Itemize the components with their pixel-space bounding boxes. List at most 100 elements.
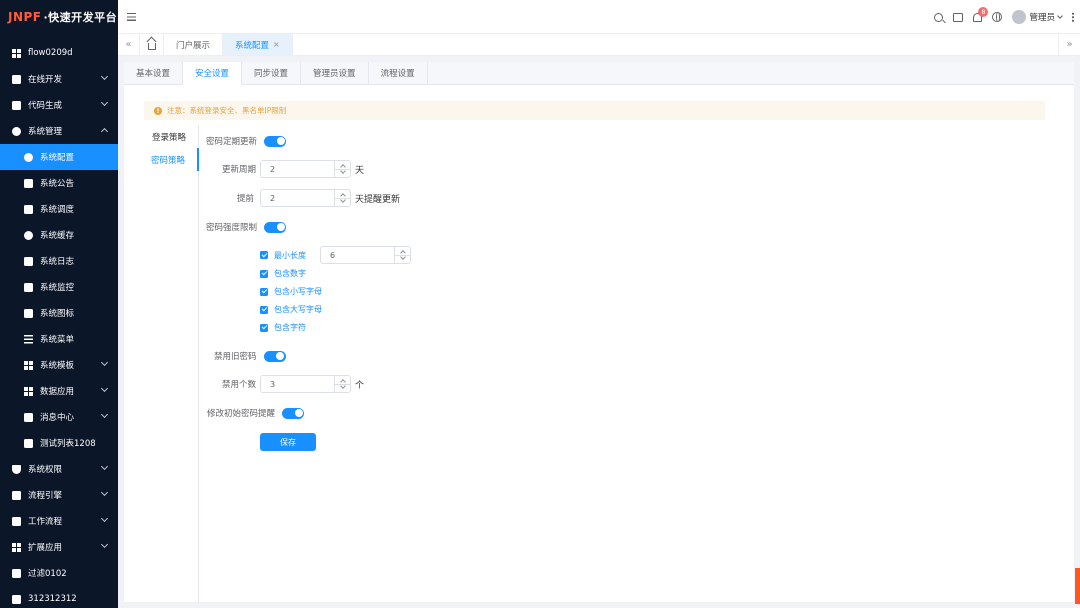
strength-switch[interactable] [264, 221, 287, 233]
update-cycle-label: 更新周期 [222, 165, 257, 175]
tab-security-settings[interactable]: 安全设置 [183, 62, 243, 85]
app-logo[interactable]: JNPF ·快速开发平台 [0, 0, 118, 34]
chevron-down-icon [100, 488, 109, 497]
chevron-down-icon [100, 384, 109, 393]
sidebar-item-system-config[interactable]: 系统配置 [0, 144, 118, 170]
main-panel: 基本设置 安全设置 同步设置 管理员设置 流程设置 ! 注意：系统登录安全、黑名… [124, 62, 1074, 603]
icon-library-icon [24, 308, 33, 318]
tabs-scroll-left-icon[interactable]: « [118, 34, 140, 55]
sidebar-item-permissions[interactable]: 系统权限 [0, 456, 118, 482]
update-cycle-value: 2 [270, 164, 276, 174]
password-expire-switch[interactable] [264, 135, 287, 147]
sidebar-item-test-list[interactable]: 测试列表1208 [0, 430, 118, 456]
tab-label: 同步设置 [254, 69, 289, 79]
chevron-down-icon [100, 462, 109, 471]
home-tab[interactable] [140, 34, 164, 55]
nav-login-policy[interactable]: 登录策略 [144, 125, 198, 148]
tab-basic-settings[interactable]: 基本设置 [124, 62, 184, 84]
chevron-down-icon [100, 410, 109, 419]
sidebar-item-label: 系统管理 [28, 127, 63, 137]
sidebar-item-label: 扩展应用 [28, 543, 63, 553]
tab-label: 门户展示 [176, 40, 211, 51]
bell-icon[interactable]: 8 [973, 6, 989, 22]
disable-count-input[interactable]: 3 [260, 375, 351, 393]
user-menu[interactable]: 管理员 [1012, 10, 1063, 24]
header-actions: 8 管理员 [934, 0, 1074, 34]
megaphone-icon [24, 178, 33, 188]
sidebar-item-workflow[interactable]: 工作流程 [0, 508, 118, 534]
sidebar-item-flow-engine[interactable]: 流程引擎 [0, 482, 118, 508]
shield-icon [12, 464, 21, 474]
sidebar-item-code-gen[interactable]: 代码生成 [0, 92, 118, 118]
settings-tabs: 基本设置 安全设置 同步设置 管理员设置 流程设置 [124, 62, 1074, 85]
stepper-divider [334, 169, 350, 170]
sidebar-item-312312312[interactable]: 312312312 [0, 586, 118, 608]
sidebar-item-system-monitor[interactable]: 系统监控 [0, 274, 118, 300]
tab-system-config[interactable]: 系统配置 × [223, 34, 293, 55]
digits-row: 包含数字 [260, 268, 306, 279]
advance-input[interactable]: 2 [260, 189, 351, 207]
sidebar-item-extensions[interactable]: 扩展应用 [0, 534, 118, 560]
initial-remind-switch[interactable] [282, 407, 305, 419]
sidebar-item-system-log[interactable]: 系统日志 [0, 248, 118, 274]
disable-count-row: 禁用个数 3 个 [222, 375, 364, 393]
sidebar-item-system-cache[interactable]: 系统缓存 [0, 222, 118, 248]
tab-sync-settings[interactable]: 同步设置 [242, 62, 302, 84]
sidebar-item-system-icons[interactable]: 系统图标 [0, 300, 118, 326]
sidebar-item-online-dev[interactable]: 在线开发 [0, 66, 118, 92]
initial-remind-label: 修改初始密码提醒 [207, 409, 276, 419]
search-icon[interactable] [934, 12, 944, 22]
more-vertical-icon[interactable] [1072, 12, 1074, 22]
sidebar-item-system-admin[interactable]: 系统管理 [0, 118, 118, 144]
sidebar-item-label: 过滤0102 [28, 569, 67, 579]
save-button[interactable]: 保存 [260, 433, 316, 451]
disable-old-switch[interactable] [263, 350, 286, 362]
scrollbar-thumb[interactable] [1075, 568, 1080, 604]
tab-flow-settings[interactable]: 流程设置 [369, 62, 428, 84]
sidebar-item-filter0102[interactable]: 过滤0102 [0, 560, 118, 586]
sidebar: JNPF ·快速开发平台 flow0209d 在线开发 代码生成 系统管理 系统配… [0, 0, 118, 608]
initial-remind-row: 修改初始密码提醒 [207, 407, 305, 419]
tabs-scroll-right-icon[interactable]: » [1058, 34, 1080, 55]
sidebar-item-system-notice[interactable]: 系统公告 [0, 170, 118, 196]
stepper-divider [394, 255, 410, 256]
min-length-checkbox[interactable] [260, 251, 268, 259]
globe-icon[interactable] [992, 12, 1003, 22]
nav-password-policy[interactable]: 密码策略 [144, 148, 199, 171]
monitor-icon [12, 74, 21, 84]
collapse-menu-icon[interactable] [127, 13, 136, 21]
sidebar-item-system-schedule[interactable]: 系统调度 [0, 196, 118, 222]
sidebar-item-flow0209d[interactable]: flow0209d [0, 40, 118, 66]
lowercase-checkbox[interactable] [260, 287, 268, 296]
update-cycle-row: 更新周期 2 天 [222, 160, 364, 178]
tab-portal[interactable]: 门户展示 [164, 34, 224, 55]
menu-icon [24, 334, 33, 344]
chevron-down-icon [100, 98, 109, 107]
min-length-input[interactable]: 6 [320, 246, 411, 264]
password-expire-label: 密码定期更新 [206, 137, 258, 147]
tab-admin-settings[interactable]: 管理员设置 [301, 62, 369, 84]
document-icon [12, 594, 21, 604]
sidebar-item-message-center[interactable]: 消息中心 [0, 404, 118, 430]
sidebar-item-label: 系统调度 [40, 205, 75, 215]
security-notice: ! 注意：系统登录安全、黑名单IP限制 [144, 101, 1045, 120]
uppercase-checkbox[interactable] [260, 305, 268, 314]
close-icon[interactable]: × [273, 40, 280, 49]
apps-icon [12, 48, 21, 58]
message-icon[interactable] [953, 12, 964, 22]
digits-checkbox[interactable] [260, 269, 268, 278]
sidebar-item-label: 312312312 [28, 594, 77, 604]
sidebar-item-label: 系统缓存 [40, 231, 75, 241]
stepper-divider [334, 384, 350, 385]
sidebar-item-system-template[interactable]: 系统模板 [0, 352, 118, 378]
home-icon [147, 42, 156, 50]
update-cycle-input[interactable]: 2 [260, 160, 351, 178]
tab-label: 流程设置 [380, 69, 415, 79]
nav-label: 登录策略 [151, 132, 186, 143]
logo-text: ·快速开发平台 [43, 11, 118, 24]
sidebar-item-label: 系统权限 [28, 465, 63, 475]
sidebar-item-system-menu[interactable]: 系统菜单 [0, 326, 118, 352]
symbols-checkbox[interactable] [260, 323, 268, 332]
sidebar-item-data-apps[interactable]: 数据应用 [0, 378, 118, 404]
advance-value: 2 [270, 193, 276, 203]
